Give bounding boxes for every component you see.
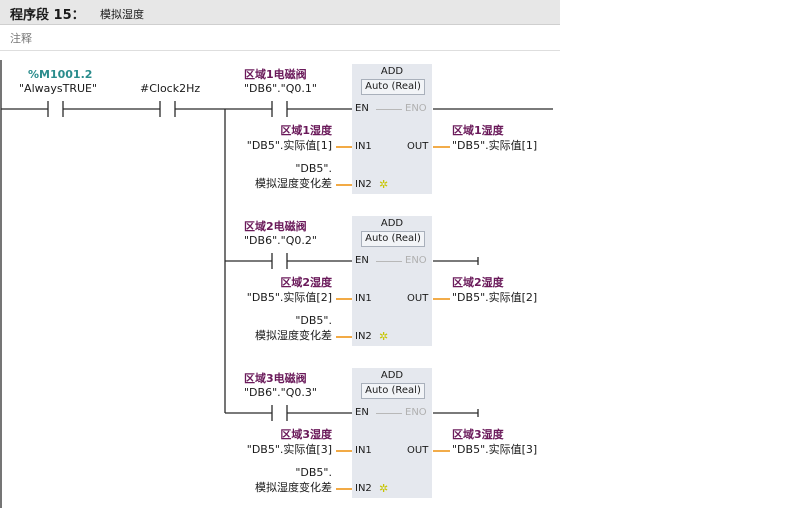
add-block-3-eno: ENO: [405, 407, 427, 418]
add-block-2-type[interactable]: Auto (Real): [361, 231, 425, 247]
in1-2-value[interactable]: "DB5".实际值[2]: [212, 292, 332, 304]
add-block-2-en: EN: [355, 255, 369, 266]
add-block-2-out: OUT: [407, 293, 429, 304]
add-block-3-add-input-icon[interactable]: ✲: [379, 483, 388, 495]
m1001-address: %M1001.2: [28, 68, 93, 81]
in1-1-value[interactable]: "DB5".实际值[1]: [212, 140, 332, 152]
in1-2-label: 区域2湿度: [280, 276, 332, 289]
in2-1-value[interactable]: 模拟湿度变化差: [212, 178, 332, 190]
valve-2-address[interactable]: "DB6"."Q0.2": [244, 235, 317, 247]
add-block-3-type[interactable]: Auto (Real): [361, 383, 425, 399]
out-1-label: 区域1湿度: [452, 124, 504, 137]
add-block-2-in2: IN2: [355, 331, 372, 342]
out-3-value[interactable]: "DB5".实际值[3]: [452, 444, 537, 456]
add-block-1-type[interactable]: Auto (Real): [361, 79, 425, 95]
add-block-1-in2: IN2: [355, 179, 372, 190]
add-block-2[interactable]: ADD Auto (Real) EN ENO IN1 OUT IN2 ✲: [352, 216, 432, 346]
in2-2-db[interactable]: "DB5".: [232, 315, 332, 327]
add-block-1-title: ADD: [380, 66, 404, 77]
in1-3-value[interactable]: "DB5".实际值[3]: [212, 444, 332, 456]
valve-3-address[interactable]: "DB6"."Q0.3": [244, 387, 317, 399]
add-block-1[interactable]: ADD Auto (Real) EN ENO IN1 OUT IN2 ✲: [352, 64, 432, 194]
in2-2-value[interactable]: 模拟湿度变化差: [212, 330, 332, 342]
add-block-1-en: EN: [355, 103, 369, 114]
in2-3-value[interactable]: 模拟湿度变化差: [212, 482, 332, 494]
add-block-1-eno: ENO: [405, 103, 427, 114]
add-block-2-en-eno-line: [376, 261, 402, 262]
add-block-3-out: OUT: [407, 445, 429, 456]
m1001-symbol[interactable]: "AlwaysTRUE": [19, 83, 97, 95]
in2-3-db[interactable]: "DB5".: [232, 467, 332, 479]
in2-1-db[interactable]: "DB5".: [232, 163, 332, 175]
add-block-3[interactable]: ADD Auto (Real) EN ENO IN1 OUT IN2 ✲: [352, 368, 432, 498]
out-2-label: 区域2湿度: [452, 276, 504, 289]
add-block-1-en-eno-line: [376, 109, 402, 110]
add-block-3-in1: IN1: [355, 445, 372, 456]
valve-1-address[interactable]: "DB6"."Q0.1": [244, 83, 317, 95]
add-block-1-out: OUT: [407, 141, 429, 152]
add-block-3-en-eno-line: [376, 413, 402, 414]
add-block-3-title: ADD: [380, 370, 404, 381]
clock-symbol[interactable]: #Clock2Hz: [140, 83, 200, 95]
add-block-1-add-input-icon[interactable]: ✲: [379, 179, 388, 191]
out-2-value[interactable]: "DB5".实际值[2]: [452, 292, 537, 304]
in1-3-label: 区域3湿度: [280, 428, 332, 441]
valve-2-label: 区域2电磁阀: [244, 220, 307, 233]
add-block-3-in2: IN2: [355, 483, 372, 494]
in1-1-label: 区域1湿度: [280, 124, 332, 137]
add-block-2-in1: IN1: [355, 293, 372, 304]
out-1-value[interactable]: "DB5".实际值[1]: [452, 140, 537, 152]
add-block-2-add-input-icon[interactable]: ✲: [379, 331, 388, 343]
add-block-1-in1: IN1: [355, 141, 372, 152]
add-block-3-en: EN: [355, 407, 369, 418]
valve-1-label: 区域1电磁阀: [244, 68, 307, 81]
valve-3-label: 区域3电磁阀: [244, 372, 307, 385]
out-3-label: 区域3湿度: [452, 428, 504, 441]
add-block-2-title: ADD: [380, 218, 404, 229]
add-block-2-eno: ENO: [405, 255, 427, 266]
